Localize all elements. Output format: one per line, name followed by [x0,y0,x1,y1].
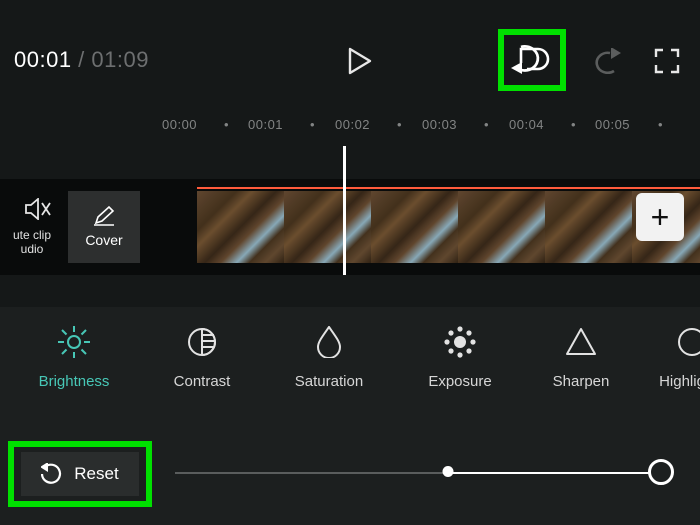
clip-marker-line [197,187,700,189]
ruler-mark: 00:02 [335,117,370,132]
adjust-label: Contrast [174,373,231,390]
sharpen-icon [565,327,597,357]
clip-thumbnail [197,191,284,263]
video-clip[interactable] [197,191,700,263]
time-separator: / [72,47,92,72]
adjust-tab-brightness[interactable]: Brightness [24,325,124,390]
plus-icon: + [651,199,670,236]
exposure-icon [443,325,477,359]
ruler-mark: 00:04 [509,117,544,132]
ruler-mark: 00:03 [422,117,457,132]
adjust-tab-contrast[interactable]: Contrast [162,325,242,390]
playhead[interactable] [343,146,346,275]
adjust-label: Saturation [295,373,363,390]
slider-thumb[interactable] [648,459,674,485]
brightness-icon [57,325,91,359]
adjust-tab-exposure[interactable]: Exposure [415,325,505,390]
cover-label: Cover [85,232,122,248]
adjust-tab-sharpen[interactable]: Sharpen [539,325,623,390]
total-duration: 01:09 [91,47,149,72]
slider-zero-mark [442,466,453,477]
ruler-mark: 00:00 [162,117,197,132]
adjust-label: Sharpen [553,373,610,390]
redo-button[interactable] [593,44,627,78]
adjust-label: Highlights [659,373,700,390]
current-time: 00:01 [14,47,72,72]
clip-thumbnail [284,191,371,263]
highlights-icon [677,327,700,357]
timeline[interactable]: ute clip udio Cover + [0,179,700,275]
play-icon [348,47,372,75]
play-button[interactable] [340,41,380,81]
mute-label-line2: udio [13,242,51,256]
reset-button[interactable]: Reset [21,452,139,496]
contrast-icon [187,327,217,357]
slider-track-negative [175,472,448,474]
reset-highlight-box: Reset [8,441,152,507]
fullscreen-button[interactable] [650,44,684,78]
reset-label: Reset [74,464,118,484]
cover-button[interactable]: Cover [68,191,140,263]
ruler-mark: 00:01 [248,117,283,132]
fullscreen-icon [654,48,680,74]
speaker-mute-icon [25,198,51,220]
adjust-label: Brightness [39,373,110,390]
ruler-mark: 00:05 [595,117,630,132]
undo-icon [503,36,559,84]
adjust-label: Exposure [428,373,491,390]
adjust-tab-saturation[interactable]: Saturation [279,325,379,390]
clip-thumbnail [458,191,545,263]
mute-label-line1: ute clip [13,228,51,242]
edit-icon [93,206,115,226]
time-indicator: 00:01 / 01:09 [14,47,149,73]
add-clip-button[interactable]: + [636,193,684,241]
adjust-tab-highlights[interactable]: Highlights [652,325,700,390]
saturation-icon [316,326,342,358]
reset-icon [41,463,63,485]
mute-clip-audio-button[interactable]: ute clip udio [0,179,56,275]
redo-icon [594,48,626,74]
clip-thumbnail [545,191,632,263]
slider-track-positive [448,472,662,474]
clip-thumbnail [371,191,458,263]
adjust-slider[interactable] [175,470,662,476]
